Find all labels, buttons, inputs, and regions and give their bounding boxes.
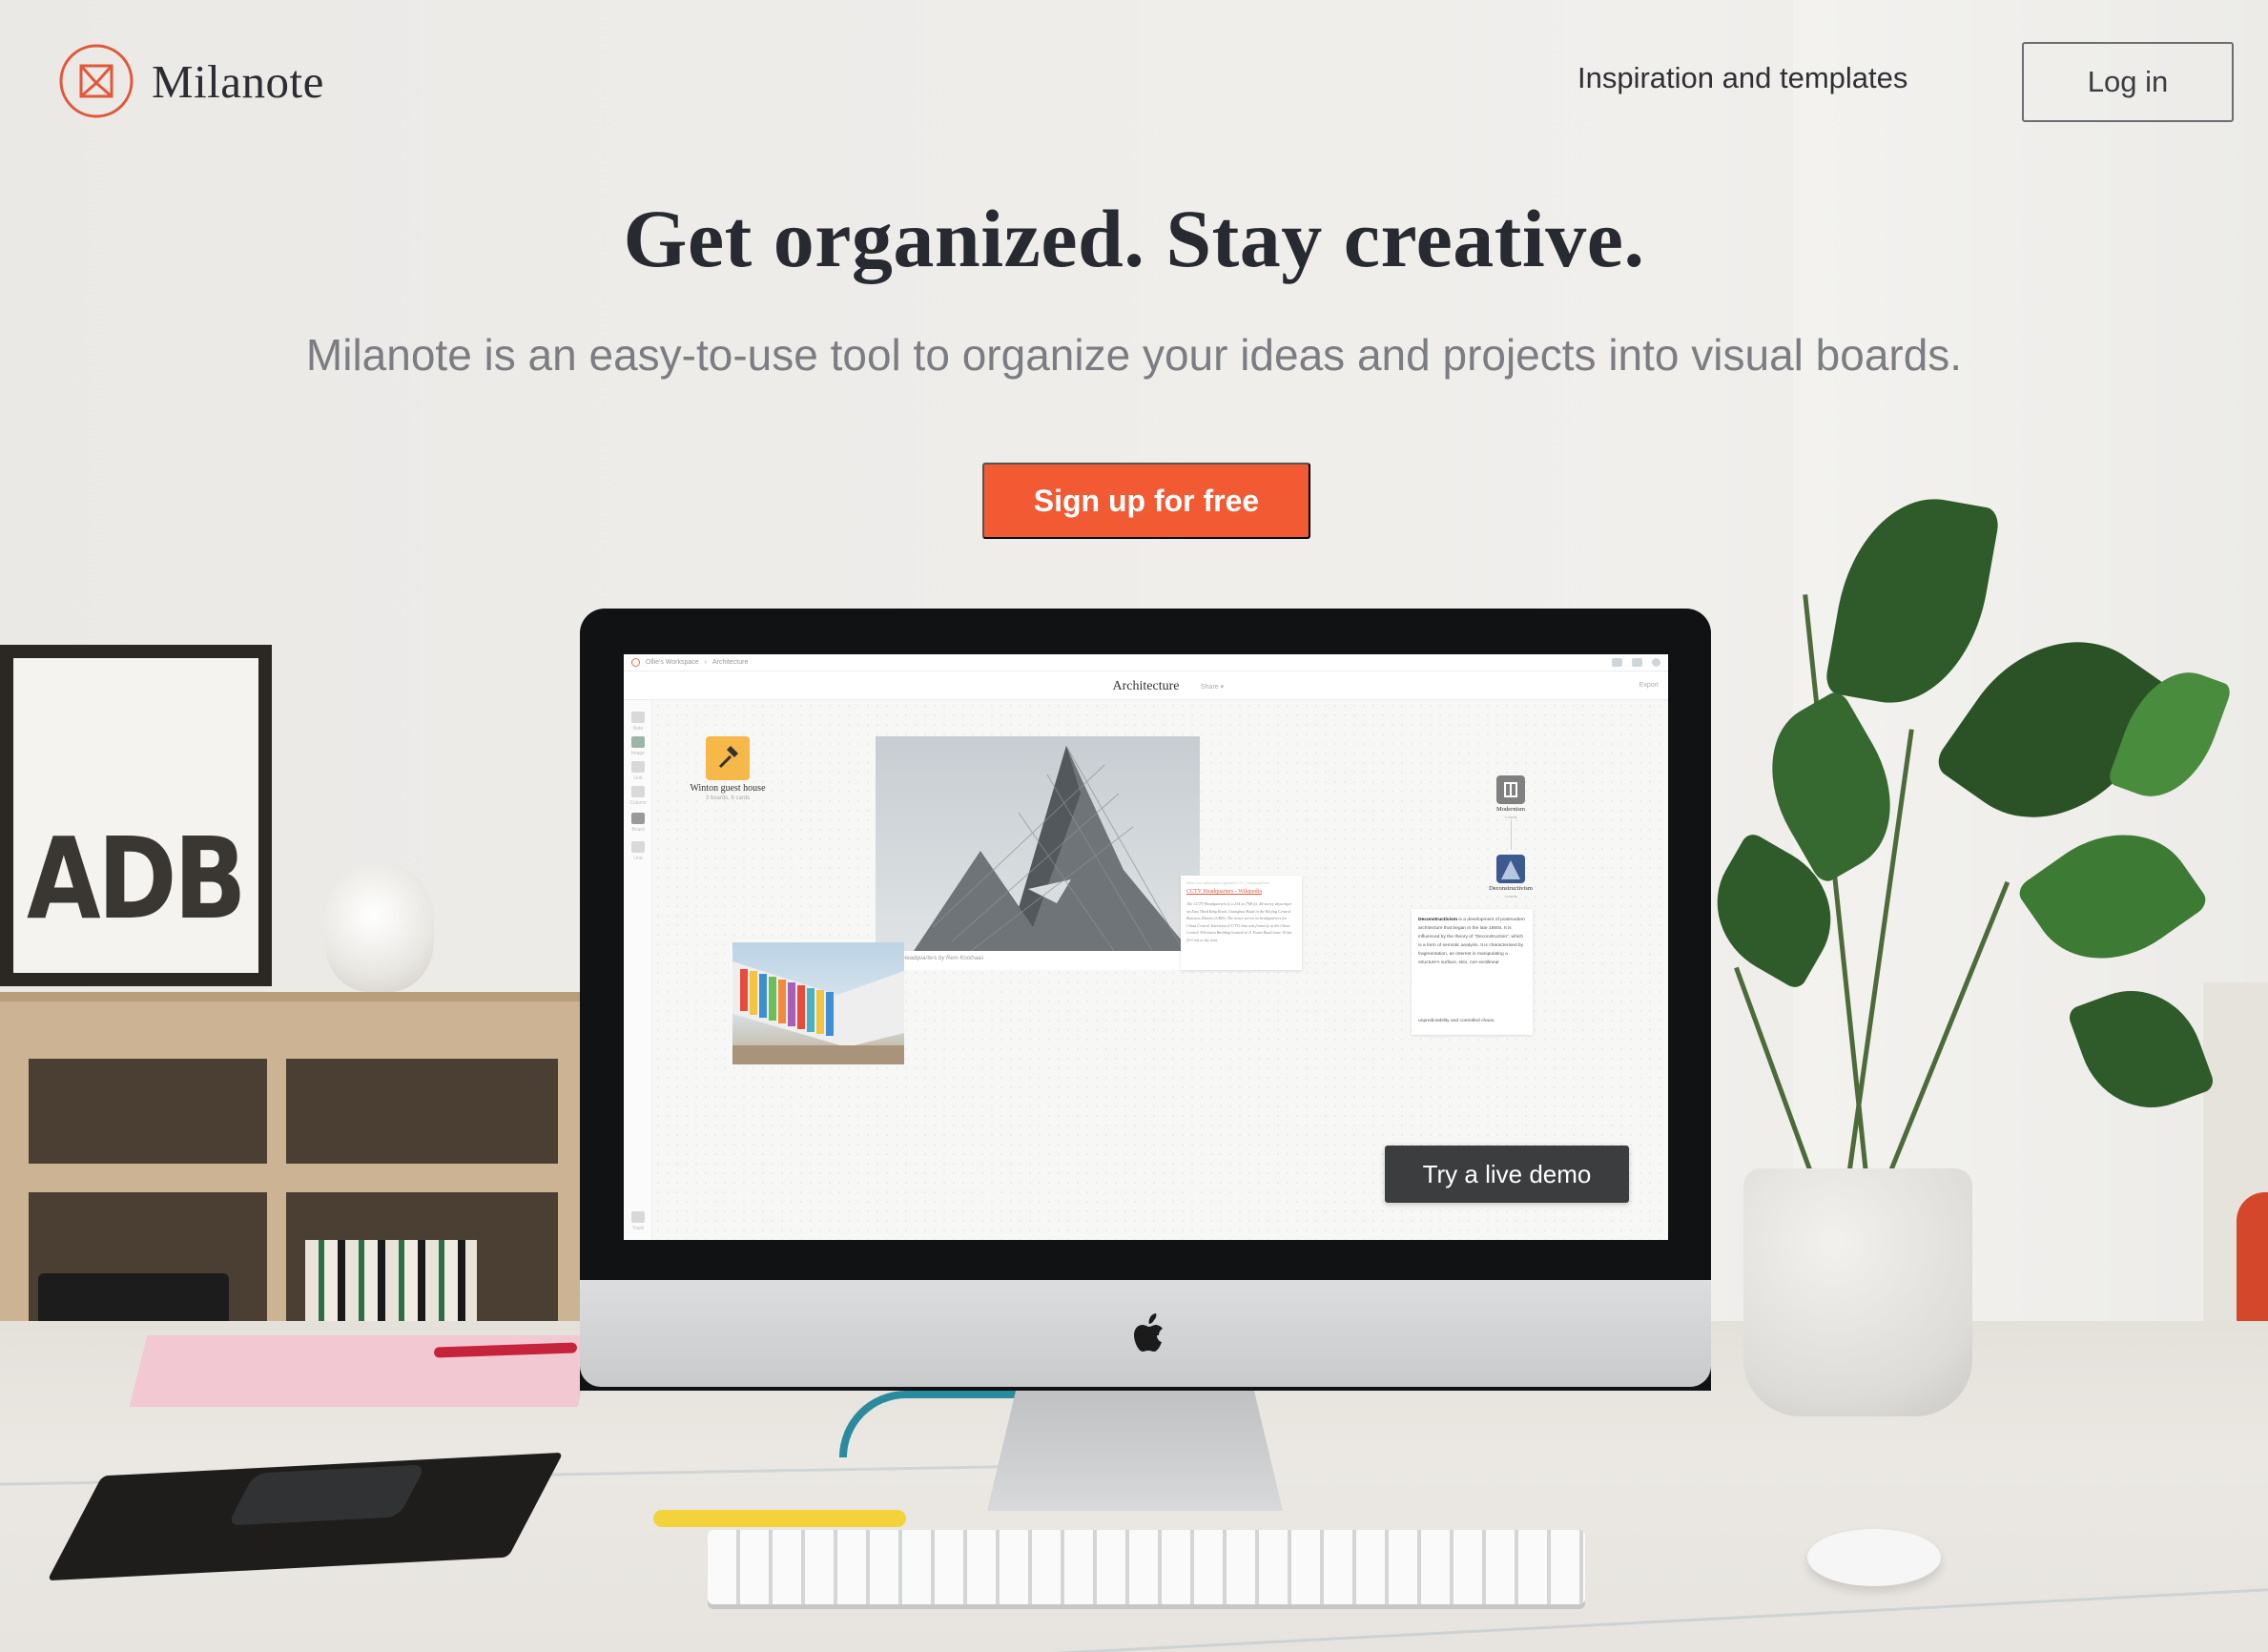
- avatar-icon: [1652, 658, 1660, 667]
- image-caption: CCTV Headquarters by Rem Koolhaas: [876, 951, 1200, 970]
- breadcrumb-separator: ›: [704, 659, 708, 666]
- bookshelf: [0, 992, 582, 1326]
- note-tail: unpredictability and controlled chaos.: [1418, 1019, 1495, 1023]
- board-title: Architecture: [1112, 679, 1180, 693]
- imac-stand: [987, 1387, 1283, 1511]
- tool-label-link: Link: [633, 775, 643, 781]
- share-menu: Share ▾: [1201, 684, 1225, 691]
- poster-text: ADB: [27, 813, 247, 944]
- breadcrumb-workspace: Ollie's Workspace: [646, 659, 699, 666]
- breadcrumb-board: Architecture: [712, 659, 749, 666]
- apple-logo-icon: [1134, 1313, 1163, 1352]
- wiki-body: The CCTV Headquarters is a 234 m (768 ft…: [1186, 901, 1292, 942]
- keyboard: [708, 1530, 1585, 1604]
- board-modernism-title: Modernism: [1496, 806, 1525, 813]
- tool-label-image: Image: [631, 751, 645, 756]
- board-decon-title: Deconstructivism: [1489, 885, 1533, 892]
- cctv-building-image: [876, 736, 1200, 951]
- board-decon-meta: 4 cards: [1504, 894, 1517, 898]
- signup-button[interactable]: Sign up for free: [982, 463, 1310, 539]
- note-body: is a development of postmodern architect…: [1418, 918, 1526, 965]
- hammer-board-icon: [706, 736, 750, 780]
- logo-text: Milanote: [152, 54, 324, 108]
- tool-label-line: Line: [633, 856, 643, 861]
- hero-headline: Get organized. Stay creative.: [623, 193, 1645, 284]
- app-titlebar: Architecture Share ▾ Export: [624, 671, 1668, 700]
- note-bold-term: Deconstructivism: [1418, 918, 1458, 922]
- plant-pot: [1743, 1168, 1972, 1416]
- tool-label-board: Board: [631, 827, 645, 833]
- mouse: [1807, 1529, 1941, 1586]
- try-live-demo-button[interactable]: Try a live demo: [1385, 1146, 1629, 1203]
- modernism-board-icon: [1496, 775, 1525, 804]
- board-tool-icon: [631, 813, 645, 824]
- app-toolbar: Note Image Link Column Board Line Trash: [624, 700, 652, 1240]
- deconstructivism-note-card: Deconstructivism is a development of pos…: [1412, 909, 1533, 1035]
- poster-frame: ADB: [0, 645, 272, 986]
- hero-subhead: Milanote is an easy-to-use tool to organ…: [305, 330, 1963, 380]
- line-tool-icon: [631, 841, 645, 853]
- image-tool-icon: [631, 736, 645, 748]
- board-connector-line: [1511, 819, 1512, 850]
- app-logo-icon: [631, 658, 640, 667]
- milanote-logo-icon: [59, 44, 134, 118]
- app-topbar: Ollie's Workspace › Architecture: [624, 654, 1668, 671]
- note-tool-icon: [631, 712, 645, 723]
- tool-label-column: Column: [629, 800, 647, 806]
- wiki-title: CCTV Headquarters - Wikipedia: [1186, 889, 1263, 895]
- board-winton-meta: 3 boards, 6 cards: [705, 795, 751, 801]
- inspiration-templates-link[interactable]: Inspiration and templates: [1577, 61, 1907, 95]
- colorful-building-image: [732, 942, 904, 1064]
- skull-ornament: [324, 863, 434, 992]
- login-button[interactable]: Log in: [2022, 42, 2234, 122]
- export-button: Export: [1639, 682, 1659, 689]
- milanote-logo[interactable]: Milanote: [58, 43, 324, 119]
- people-icon: [1632, 658, 1642, 667]
- trash-icon: [631, 1211, 645, 1223]
- tool-label-trash: Trash: [631, 1226, 645, 1231]
- link-tool-icon: [631, 761, 645, 773]
- decon-board-icon: [1496, 855, 1525, 883]
- wiki-link-card: https://en.wikipedia.org/wiki/CCTV_Headq…: [1181, 876, 1302, 970]
- column-tool-icon: [631, 786, 645, 797]
- wifi-icon: [1612, 658, 1622, 667]
- tool-label-note: Note: [632, 726, 644, 732]
- board-winton-title: Winton guest house: [690, 783, 766, 794]
- wiki-url: https://en.wikipedia.org/wiki/CCTV_Headq…: [1186, 880, 1270, 885]
- yellow-pen: [653, 1510, 906, 1527]
